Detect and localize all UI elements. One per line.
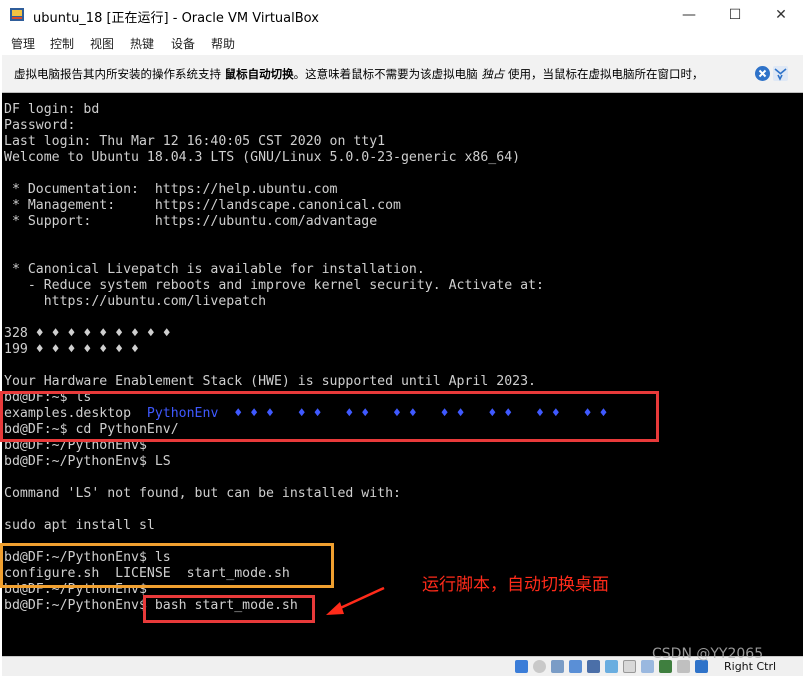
menu-control[interactable]: 控制 [50, 35, 74, 52]
display-icon[interactable] [623, 660, 636, 673]
terminal-line: Password: [4, 118, 76, 133]
terminal-line: 328 ♦ ♦ ♦ ♦ ♦ ♦ ♦ ♦ ♦ [4, 326, 171, 341]
close-button[interactable]: ✕ [758, 0, 804, 31]
window-title: ubuntu_18 [正在运行] - Oracle VM VirtualBox [33, 11, 319, 26]
highlight-box-ls-output [0, 543, 334, 588]
terminal-line: * Documentation: https://help.ubuntu.com [4, 182, 338, 197]
close-notification-icon[interactable] [755, 66, 770, 81]
menu-help[interactable]: 帮助 [211, 35, 235, 52]
title-bar: ubuntu_18 [正在运行] - Oracle VM VirtualBox … [0, 0, 807, 31]
usb-icon[interactable] [587, 660, 600, 673]
notification-text: 虚拟电脑报告其内所安装的操作系统支持 鼠标自动切换。这意味着鼠标不需要为该虚拟电… [14, 67, 704, 81]
highlight-box-bash-command [143, 595, 315, 623]
mouse-integration-icon[interactable] [773, 66, 788, 81]
maximize-button[interactable]: ☐ [712, 0, 758, 31]
network-icon[interactable] [569, 660, 582, 673]
menu-view[interactable]: 视图 [90, 35, 114, 52]
shared-folders-icon[interactable] [605, 660, 618, 673]
terminal-line: DF login: bd [4, 102, 100, 117]
annotation-label: 运行脚本，自动切换桌面 [422, 575, 609, 595]
hard-disk-icon[interactable] [515, 660, 528, 673]
terminal-line: * Canonical Livepatch is available for i… [4, 262, 425, 277]
annotation-arrow-icon [326, 586, 385, 615]
terminal-line: https://ubuntu.com/livepatch [4, 294, 267, 309]
audio-icon[interactable] [551, 660, 564, 673]
virtualbox-icon [10, 8, 24, 21]
terminal-line: Welcome to Ubuntu 18.04.3 LTS (GNU/Linux… [4, 150, 521, 165]
highlight-box-ls-cd [0, 391, 659, 442]
menu-devices[interactable]: 设备 [171, 35, 195, 52]
terminal-line: 199 ♦ ♦ ♦ ♦ ♦ ♦ ♦ [4, 342, 139, 357]
terminal-line: * Management: https://landscape.canonica… [4, 198, 401, 213]
mouse-integration-notification: 虚拟电脑报告其内所安装的操作系统支持 鼠标自动切换。这意味着鼠标不需要为该虚拟电… [2, 55, 803, 93]
terminal-line: Last login: Thu Mar 12 16:40:05 CST 2020… [4, 134, 386, 149]
minimize-button[interactable]: — [666, 0, 712, 31]
menu-hotkey[interactable]: 热键 [130, 35, 154, 52]
terminal-line: Command 'LS' not found, but can be insta… [4, 486, 401, 501]
terminal-line: * Support: https://ubuntu.com/advantage [4, 214, 378, 229]
menu-bar: 管理 控制 视图 热键 设备 帮助 [0, 31, 807, 55]
menu-manage[interactable]: 管理 [11, 35, 35, 52]
terminal-line: Your Hardware Enablement Stack (HWE) is … [4, 374, 536, 389]
terminal-line: bd@DF:~/PythonEnv$ LS [4, 454, 171, 469]
terminal-line: - Reduce system reboots and improve kern… [4, 278, 544, 293]
watermark: CSDN @YY2065 [652, 646, 764, 662]
terminal-line: sudo apt install sl [4, 518, 155, 533]
optical-drive-icon[interactable] [533, 660, 546, 673]
